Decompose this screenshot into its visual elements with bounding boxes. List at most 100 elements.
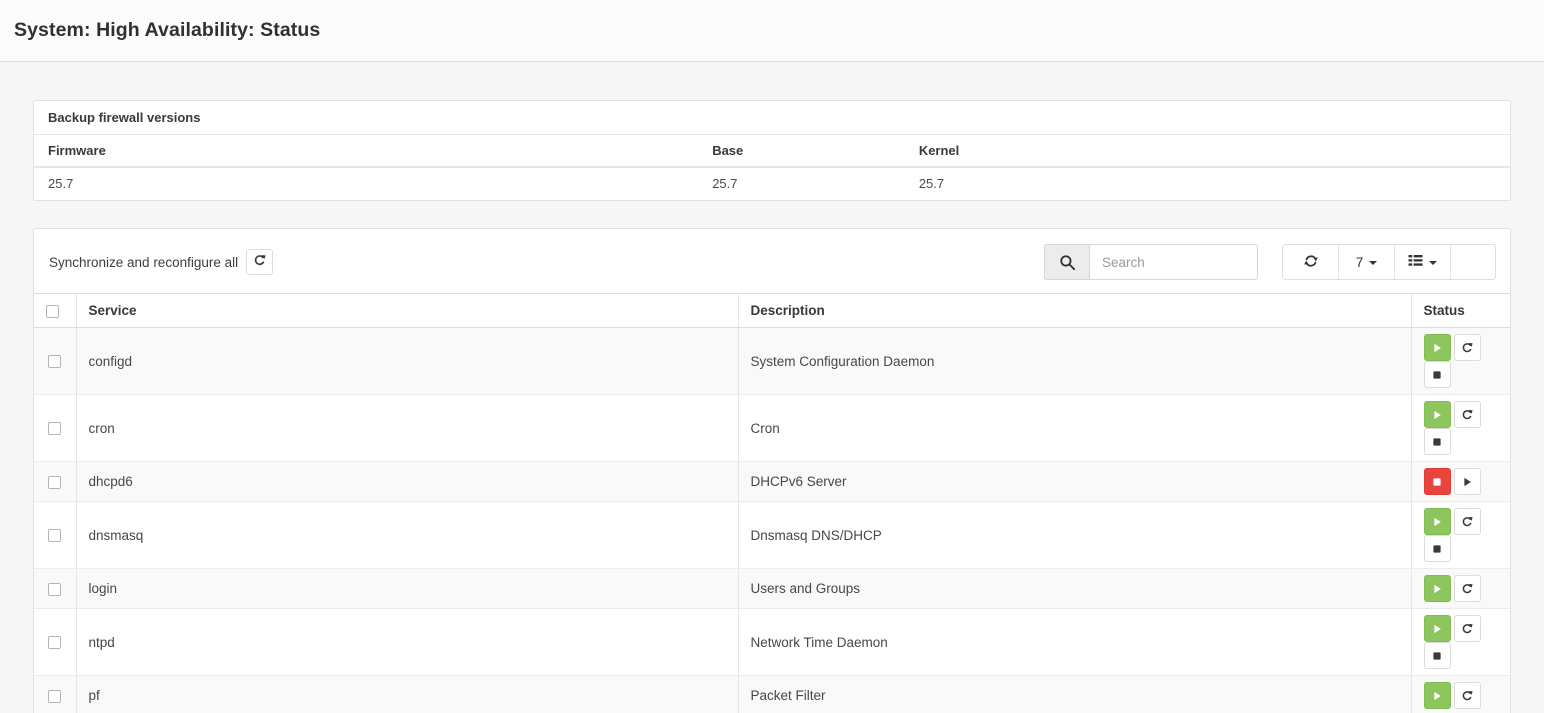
row-select-cell	[34, 395, 76, 462]
row-checkbox[interactable]	[48, 583, 61, 596]
refresh-icon	[1304, 254, 1318, 271]
refresh-table-button[interactable]	[1283, 245, 1339, 279]
select-all-checkbox[interactable]	[46, 305, 59, 318]
status-cell	[1411, 328, 1510, 395]
stop-icon	[1431, 476, 1443, 488]
restart-button[interactable]	[1454, 575, 1481, 602]
base-version: 25.7	[698, 167, 905, 200]
status-cell	[1411, 462, 1510, 502]
row-select-cell	[34, 609, 76, 676]
play-icon	[1431, 409, 1443, 421]
row-checkbox[interactable]	[48, 529, 61, 542]
restart-icon	[1461, 342, 1473, 354]
content-area: Backup firewall versions Firmware Base K…	[0, 62, 1544, 713]
table-row: configdSystem Configuration Daemon	[34, 328, 1510, 395]
backup-versions-title: Backup firewall versions	[34, 101, 1510, 135]
play-icon	[1431, 690, 1443, 702]
versions-col-base: Base	[698, 135, 905, 167]
row-checkbox[interactable]	[48, 422, 61, 435]
play-icon	[1431, 516, 1443, 528]
description-cell: System Configuration Daemon	[738, 328, 1411, 395]
service-cell: cron	[76, 395, 738, 462]
service-cell: dnsmasq	[76, 502, 738, 569]
start-button[interactable]	[1424, 334, 1451, 361]
service-cell: dhcpd6	[76, 462, 738, 502]
versions-table: Firmware Base Kernel 25.7 25.7 25.7	[34, 135, 1510, 200]
start-button[interactable]	[1454, 468, 1481, 495]
table-row: pfPacket Filter	[34, 676, 1510, 713]
search-input[interactable]	[1089, 244, 1258, 280]
backup-versions-panel: Backup firewall versions Firmware Base K…	[33, 100, 1511, 201]
caret-down-icon	[1429, 261, 1437, 265]
start-button[interactable]	[1424, 508, 1451, 535]
restart-icon	[1461, 690, 1473, 702]
service-cell: configd	[76, 328, 738, 395]
service-cell: pf	[76, 676, 738, 713]
services-header-row: Service Description Status	[34, 294, 1510, 328]
kernel-version: 25.7	[905, 167, 1510, 200]
columns-list-icon	[1408, 254, 1423, 270]
stop-icon	[1431, 369, 1443, 381]
status-cell	[1411, 502, 1510, 569]
row-checkbox[interactable]	[48, 476, 61, 489]
panel-gap	[33, 201, 1511, 228]
caret-down-icon	[1369, 261, 1377, 265]
stop-button[interactable]	[1424, 468, 1451, 495]
versions-value-row: 25.7 25.7 25.7	[34, 167, 1510, 200]
row-checkbox[interactable]	[48, 355, 61, 368]
play-icon	[1431, 623, 1443, 635]
start-button[interactable]	[1424, 615, 1451, 642]
restart-button[interactable]	[1454, 508, 1481, 535]
stop-button[interactable]	[1424, 535, 1451, 562]
sync-all-button[interactable]	[246, 249, 273, 275]
restart-icon	[1461, 409, 1473, 421]
versions-col-kernel: Kernel	[905, 135, 1510, 167]
sync-section: Synchronize and reconfigure all	[48, 249, 273, 275]
row-select-cell	[34, 676, 76, 713]
services-panel: Synchronize and reconfigure all	[33, 228, 1511, 713]
search-icon	[1044, 244, 1089, 280]
start-button[interactable]	[1424, 401, 1451, 428]
table-row: cronCron	[34, 395, 1510, 462]
restart-icon	[1461, 583, 1473, 595]
sync-label: Synchronize and reconfigure all	[49, 255, 238, 270]
stop-icon	[1431, 543, 1443, 555]
page-size-dropdown[interactable]: 7	[1339, 245, 1395, 279]
table-row: loginUsers and Groups	[34, 569, 1510, 609]
page-header: System: High Availability: Status	[0, 0, 1544, 62]
stop-icon	[1431, 436, 1443, 448]
description-cell: Packet Filter	[738, 676, 1411, 713]
restart-button[interactable]	[1454, 682, 1481, 709]
stop-button[interactable]	[1424, 428, 1451, 455]
description-cell: Users and Groups	[738, 569, 1411, 609]
row-select-cell	[34, 328, 76, 395]
row-select-cell	[34, 462, 76, 502]
start-button[interactable]	[1424, 575, 1451, 602]
row-checkbox[interactable]	[48, 636, 61, 649]
stop-button[interactable]	[1424, 361, 1451, 388]
restart-icon	[1461, 623, 1473, 635]
table-options-group: 7	[1282, 244, 1496, 280]
restart-button[interactable]	[1454, 615, 1481, 642]
status-cell	[1411, 395, 1510, 462]
toolbar-empty-button[interactable]	[1451, 245, 1495, 279]
firmware-version: 25.7	[34, 167, 698, 200]
description-cell: Cron	[738, 395, 1411, 462]
restart-button[interactable]	[1454, 401, 1481, 428]
start-button[interactable]	[1424, 682, 1451, 709]
row-checkbox[interactable]	[48, 690, 61, 703]
service-cell: ntpd	[76, 609, 738, 676]
stop-button[interactable]	[1424, 642, 1451, 669]
stop-icon	[1431, 650, 1443, 662]
services-table-body: configdSystem Configuration DaemoncronCr…	[34, 328, 1510, 713]
status-cell	[1411, 676, 1510, 713]
status-column-header: Status	[1411, 294, 1510, 328]
description-column-header: Description	[738, 294, 1411, 328]
search-group	[1044, 244, 1258, 280]
table-row: ntpdNetwork Time Daemon	[34, 609, 1510, 676]
restart-button[interactable]	[1454, 334, 1481, 361]
row-select-cell	[34, 569, 76, 609]
service-column-header: Service	[76, 294, 738, 328]
columns-dropdown[interactable]	[1395, 245, 1451, 279]
description-cell: DHCPv6 Server	[738, 462, 1411, 502]
